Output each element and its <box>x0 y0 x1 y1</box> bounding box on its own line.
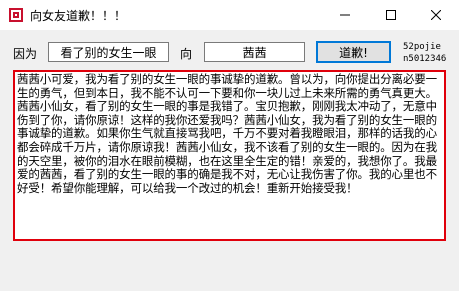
to-label: 向 <box>180 47 193 61</box>
minimize-button[interactable] <box>322 0 368 30</box>
because-label: 因为 <box>13 47 38 61</box>
apology-button[interactable]: 道歉! <box>316 41 391 63</box>
close-icon <box>431 10 441 20</box>
maximize-button[interactable] <box>368 0 414 30</box>
signature-line-1: 52pojie <box>403 42 441 52</box>
maximize-icon <box>386 10 396 20</box>
reason-input[interactable]: 看了别的女生一眼 <box>48 42 169 62</box>
minimize-icon <box>340 10 350 20</box>
client-area: 因为 看了别的女生一眼 向 茜茜 道歉! 52pojie n5012346 茜茜… <box>0 30 459 291</box>
title-bar[interactable]: 向女友道歉！！！ <box>0 0 459 30</box>
message-text: 茜茜小可爱，我为看了别的女生一眼的事诚挚的道歉。曾以为，向你提出分离必要一生的勇… <box>17 72 437 195</box>
window-title: 向女友道歉！！！ <box>30 9 127 23</box>
app-icon <box>8 7 24 23</box>
girlfriend-name-input[interactable]: 茜茜 <box>204 42 305 62</box>
close-button[interactable] <box>413 0 459 30</box>
signature: 52pojie n5012346 <box>403 41 446 65</box>
signature-line-2: n5012346 <box>403 54 447 64</box>
message-textarea[interactable]: 茜茜小可爱，我为看了别的女生一眼的事诚挚的道歉。曾以为，向你提出分离必要一生的勇… <box>13 70 446 241</box>
app-window: 向女友道歉！！！ 因为 看了别的女生一眼 向 茜茜 道歉! 52pojie n5… <box>0 0 459 291</box>
